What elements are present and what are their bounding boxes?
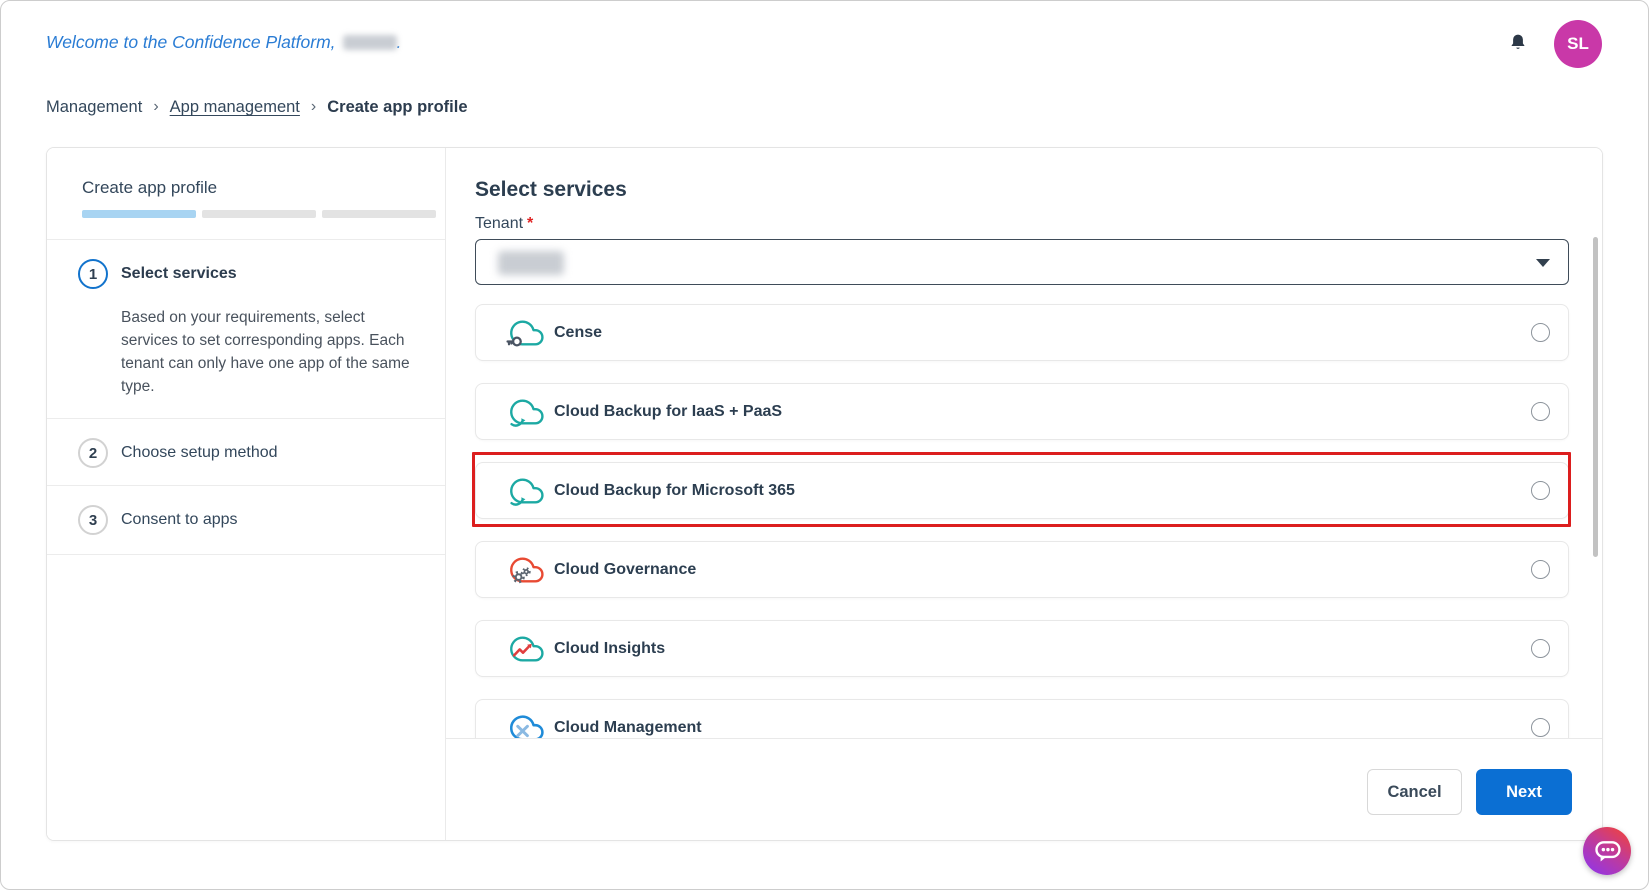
welcome-message: Welcome to the Confidence Platform,. bbox=[46, 32, 401, 53]
notifications-bell-icon[interactable] bbox=[1506, 32, 1530, 56]
page-title: Select services bbox=[475, 178, 1602, 202]
service-row-cloud-backup-for-iaas-paas[interactable]: Cloud Backup for IaaS + PaaS bbox=[475, 383, 1569, 440]
wizard-sidebar: Create app profile 1 Select services Bas… bbox=[47, 148, 446, 840]
services-list: Cense Cloud Backup for IaaS + PaaS Cloud… bbox=[475, 304, 1569, 756]
select-services-panel: Select services Tenant* Cense Cloud Back… bbox=[446, 148, 1602, 840]
service-label: Cense bbox=[554, 324, 602, 342]
service-row-cloud-governance[interactable]: Cloud Governance bbox=[475, 541, 1569, 598]
service-label: Cloud Insights bbox=[554, 640, 665, 658]
step-2-choose-setup-method[interactable]: 2 Choose setup method bbox=[78, 438, 425, 468]
service-label: Cloud Backup for Microsoft 365 bbox=[554, 482, 795, 500]
cloud-key-icon bbox=[504, 315, 546, 351]
divider bbox=[47, 554, 445, 555]
redacted-tenant-value bbox=[498, 251, 564, 275]
cloud-backup-icon bbox=[504, 394, 546, 430]
scrollbar[interactable] bbox=[1593, 237, 1598, 557]
service-radio[interactable] bbox=[1531, 481, 1550, 500]
wizard-progress-bar bbox=[82, 210, 436, 218]
create-app-profile-card: Create app profile 1 Select services Bas… bbox=[46, 147, 1603, 841]
step-3-label: Consent to apps bbox=[121, 510, 238, 530]
tenant-field-label: Tenant* bbox=[475, 214, 1602, 233]
chevron-down-icon bbox=[1536, 259, 1550, 267]
cloud-backup-icon bbox=[504, 473, 546, 509]
service-row-cloud-backup-for-microsoft-365[interactable]: Cloud Backup for Microsoft 365 bbox=[475, 462, 1569, 519]
chat-bubble-icon bbox=[1591, 836, 1624, 866]
redacted-username bbox=[343, 35, 397, 50]
step-1-indicator: 1 bbox=[78, 259, 108, 289]
wizard-title: Create app profile bbox=[82, 178, 445, 198]
progress-segment-1 bbox=[82, 210, 196, 218]
step-3-indicator: 3 bbox=[78, 505, 108, 535]
divider bbox=[47, 239, 445, 240]
cancel-button[interactable]: Cancel bbox=[1367, 769, 1462, 815]
required-marker: * bbox=[527, 215, 533, 232]
divider bbox=[47, 485, 445, 486]
progress-segment-3 bbox=[322, 210, 436, 218]
avatar-initials: SL bbox=[1567, 34, 1589, 54]
service-radio[interactable] bbox=[1531, 639, 1550, 658]
breadcrumb-current-page: Create app profile bbox=[327, 98, 467, 117]
service-radio[interactable] bbox=[1531, 560, 1550, 579]
service-label: Cloud Management bbox=[554, 719, 702, 737]
step-2-label: Choose setup method bbox=[121, 443, 278, 463]
service-row-cloud-insights[interactable]: Cloud Insights bbox=[475, 620, 1569, 677]
step-3-consent-to-apps[interactable]: 3 Consent to apps bbox=[78, 505, 425, 535]
step-1-label: Select services bbox=[121, 264, 237, 284]
chevron-right-icon: › bbox=[153, 98, 158, 116]
chat-support-button[interactable] bbox=[1583, 827, 1631, 875]
step-1-select-services[interactable]: 1 Select services bbox=[78, 259, 425, 289]
tenant-select[interactable] bbox=[475, 239, 1569, 285]
breadcrumb-management[interactable]: Management bbox=[46, 98, 142, 117]
next-button[interactable]: Next bbox=[1476, 769, 1572, 815]
chevron-right-icon: › bbox=[311, 98, 316, 116]
cloud-governance-icon bbox=[504, 552, 546, 588]
service-radio[interactable] bbox=[1531, 402, 1550, 421]
service-label: Cloud Backup for IaaS + PaaS bbox=[554, 403, 782, 421]
breadcrumb-app-management[interactable]: App management bbox=[170, 98, 300, 117]
step-2-indicator: 2 bbox=[78, 438, 108, 468]
step-1-description: Based on your requirements, select servi… bbox=[121, 306, 413, 398]
divider bbox=[47, 418, 445, 419]
service-label: Cloud Governance bbox=[554, 561, 696, 579]
cloud-insights-icon bbox=[504, 631, 546, 667]
breadcrumb: Management › App management › Create app… bbox=[46, 98, 468, 117]
user-avatar[interactable]: SL bbox=[1554, 20, 1602, 68]
service-radio[interactable] bbox=[1531, 323, 1550, 342]
service-radio[interactable] bbox=[1531, 718, 1550, 737]
service-row-cense[interactable]: Cense bbox=[475, 304, 1569, 361]
wizard-footer: Cancel Next bbox=[446, 738, 1602, 840]
progress-segment-2 bbox=[202, 210, 316, 218]
